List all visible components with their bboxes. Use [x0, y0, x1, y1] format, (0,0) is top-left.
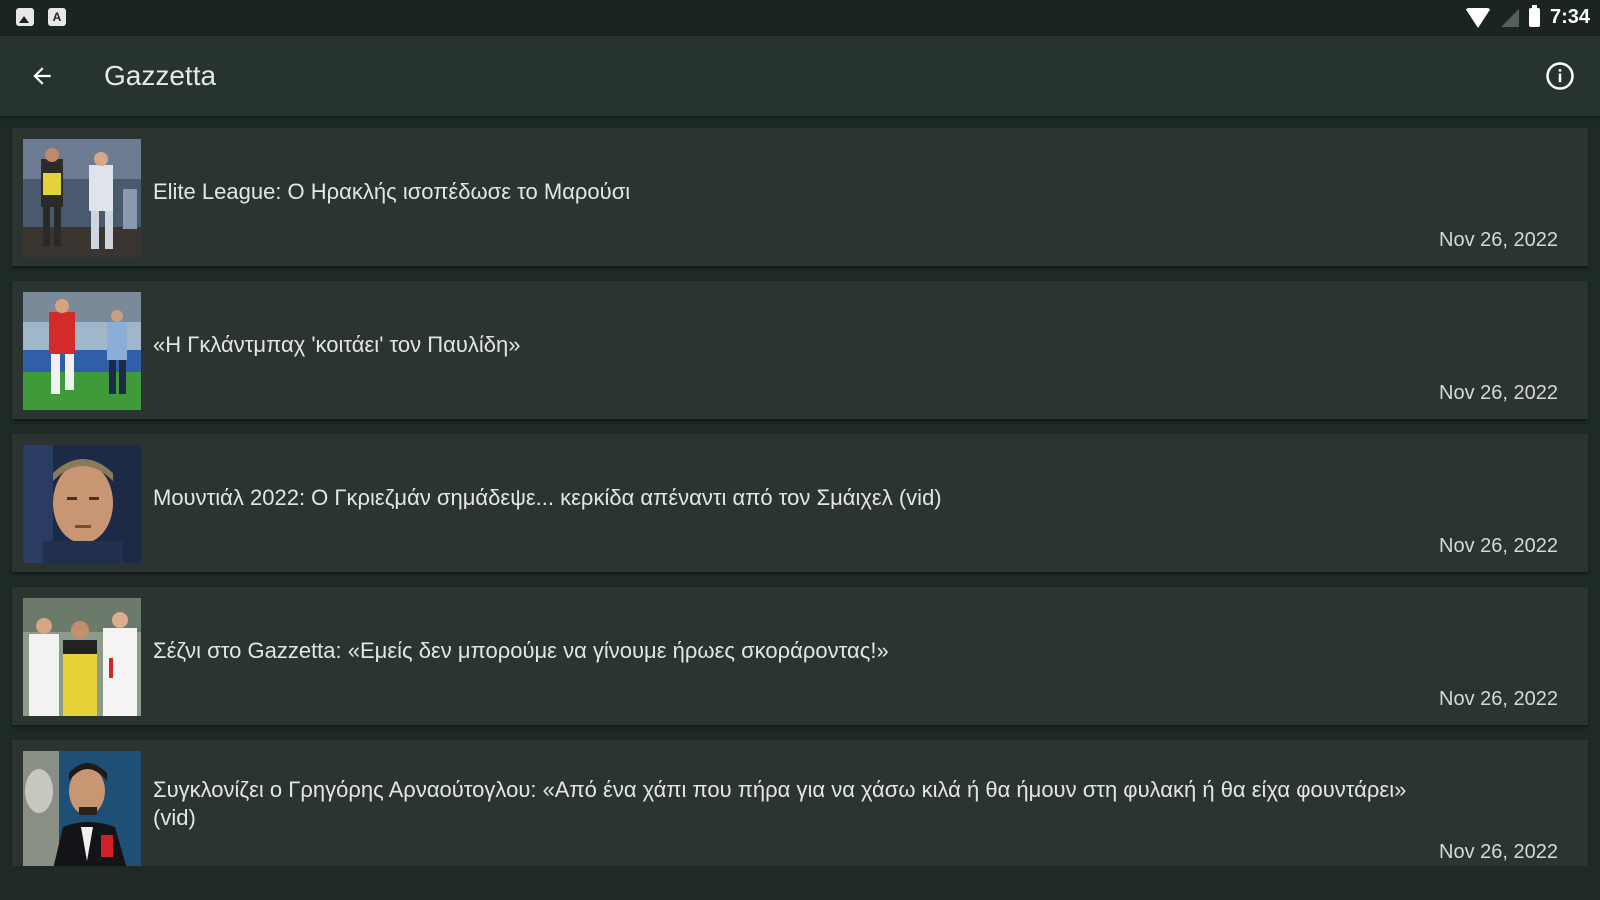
back-button[interactable]: [22, 56, 62, 96]
list-item[interactable]: «Η Γκλάντμπαχ 'κοιτάει' τον Παυλίδη» Nov…: [12, 281, 1588, 419]
player-portrait-image: [23, 445, 141, 563]
article-date: Nov 26, 2022: [1439, 688, 1558, 710]
football-players-image: [23, 292, 141, 410]
info-button[interactable]: [1542, 58, 1578, 94]
notification-icons: A: [16, 8, 66, 26]
image-notification-icon: [16, 8, 34, 26]
list-item[interactable]: Συγκλονίζει ο Γρηγόρης Αρναούτογλου: «Απ…: [12, 740, 1588, 866]
system-icons: 7:34: [1464, 5, 1590, 29]
list-item[interactable]: Elite League: Ο Ηρακλής ισοπέδωσε το Μαρ…: [12, 128, 1588, 266]
article-title: «Η Γκλάντμπαχ 'κοιτάει' τον Παυλίδη»: [153, 332, 521, 357]
arrow-back-icon: [33, 67, 51, 85]
article-date: Nov 26, 2022: [1439, 535, 1558, 557]
article-title: Σέζνι στο Gazzetta: «Εμείς δεν μπορούμε …: [153, 638, 889, 663]
wifi-icon: [1464, 7, 1491, 28]
tv-presenter-image: [23, 751, 141, 866]
article-date: Nov 26, 2022: [1439, 382, 1558, 404]
football-celebration-image: [23, 598, 141, 716]
article-title: Συγκλονίζει ο Γρηγόρης Αρναούτογλου: «Απ…: [153, 777, 1407, 830]
font-notification-icon: A: [48, 8, 66, 26]
article-list[interactable]: Elite League: Ο Ηρακλής ισοπέδωσε το Μαρ…: [0, 118, 1600, 866]
navigation-bar: [0, 866, 1600, 900]
info-icon: [1546, 62, 1574, 90]
status-bar: A 7:34: [0, 0, 1600, 36]
signal-icon: [1500, 8, 1519, 27]
article-title: Μουντιάλ 2022: Ο Γκριεζμάν σημάδεψε... κ…: [153, 485, 942, 510]
clock: 7:34: [1549, 6, 1590, 28]
basketball-players-image: [23, 139, 141, 257]
article-date: Nov 26, 2022: [1439, 229, 1558, 251]
battery-icon: [1528, 5, 1540, 27]
article-date: Nov 26, 2022: [1439, 841, 1558, 863]
article-title: Elite League: Ο Ηρακλής ισοπέδωσε το Μαρ…: [153, 179, 631, 204]
app-bar: Gazzetta: [0, 36, 1600, 116]
list-item[interactable]: Μουντιάλ 2022: Ο Γκριεζμάν σημάδεψε... κ…: [12, 434, 1588, 572]
page-title: Gazzetta: [104, 60, 217, 91]
list-item[interactable]: Σέζνι στο Gazzetta: «Εμείς δεν μπορούμε …: [12, 587, 1588, 725]
